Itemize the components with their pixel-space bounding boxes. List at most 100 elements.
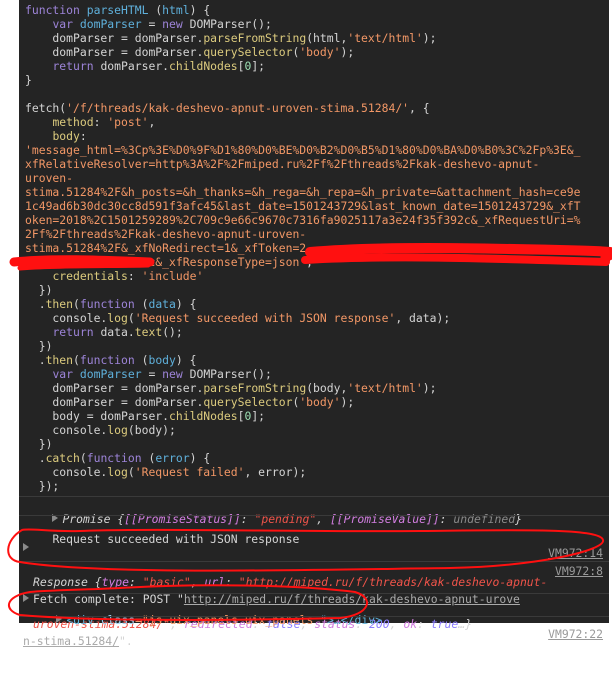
code-token: function <box>25 3 87 17</box>
code-token: c&_xfResponseType=json' <box>25 255 307 269</box>
code-token: ) { <box>189 451 211 465</box>
code-token: 'body' <box>299 45 341 59</box>
code-token: parseHTML <box>86 3 156 17</box>
code-token: body <box>148 353 176 367</box>
code-token: domParser = domParser. <box>25 395 204 409</box>
code-token: var <box>52 367 80 381</box>
code-token: 'include' <box>141 269 204 283</box>
divider <box>19 515 609 516</box>
code-token: ) { <box>175 353 197 367</box>
code-token: , <box>148 115 156 129</box>
code-token: credentials <box>52 269 128 283</box>
code-line: uroven- <box>25 171 580 185</box>
code-token: then <box>45 297 74 311</box>
code-token: 2Ff%2Fthreads%2Fkak-deshevo-apnut-uroven… <box>25 227 307 241</box>
code-token: : <box>79 129 87 143</box>
code-token: new <box>162 367 190 381</box>
code-token: log <box>107 423 128 437</box>
code-line: console.log(body); <box>25 423 580 437</box>
code-line: stima.51284%2F&h_posts=&h_thanks=&h_rega… <box>25 185 580 199</box>
code-token: }) <box>25 283 53 297</box>
code-token: ); <box>422 381 437 395</box>
code-token: }) <box>25 339 53 353</box>
code-token: stima.51284%2F&h_posts=&h_thanks=&h_rega… <box>25 185 581 199</box>
code-token: DOMParser(); <box>189 367 272 381</box>
code-token: ( <box>127 465 135 479</box>
code-token: 'text/html' <box>347 31 423 45</box>
code-token: domParser = domParser. <box>25 381 204 395</box>
code-token: domParser <box>79 367 149 381</box>
code-token: : <box>93 115 108 129</box>
code-token: : <box>127 269 142 283</box>
code-line: var domParser = new DOMParser(); <box>25 17 580 31</box>
code-line: .catch(function (error) { <box>25 451 580 465</box>
code-line: fetch('/f/threads/kak-deshevo-apnut-urov… <box>25 101 580 115</box>
devtools-console: function parseHTML (html) { var domParse… <box>19 0 609 648</box>
code-token: return <box>52 325 101 339</box>
code-token: . <box>25 353 46 367</box>
code-token: text <box>134 325 163 339</box>
code-token: (body, <box>306 381 348 395</box>
code-line: return domParser.childNodes[0]; <box>25 59 580 73</box>
divider <box>19 616 609 617</box>
code-token: 'post' <box>107 115 149 129</box>
code-token: '/f/threads/kak-deshevo-apnut-uroven-sti… <box>66 101 410 115</box>
code-token: (html, <box>306 31 348 45</box>
code-line: oken=2018%2C1501259289%2C709c9e66c9670c7… <box>25 213 580 227</box>
code-line: }) <box>25 437 580 451</box>
code-token: = <box>148 17 163 31</box>
code-token: childNodes <box>169 59 238 73</box>
code-token: , data); <box>395 311 451 325</box>
code-line: } <box>25 73 580 87</box>
code-line: console.log('Request failed', error); <box>25 465 580 479</box>
code-token: domParser. <box>100 59 170 73</box>
code-token: ]; <box>251 59 266 73</box>
code-token: 'Request failed' <box>134 465 245 479</box>
code-token: then <box>45 353 74 367</box>
code-line: xfRelativeResolver=http%3A%2F%2Fmiped.ru… <box>25 157 580 171</box>
code-token: method <box>52 115 94 129</box>
code-token: ( <box>127 311 135 325</box>
code-token: , { <box>409 101 430 115</box>
code-token: childNodes <box>169 409 238 423</box>
code-token: querySelector <box>203 45 293 59</box>
divider <box>19 593 609 594</box>
code-token: domParser = domParser. <box>25 31 204 45</box>
expand-triangle-icon[interactable] <box>23 543 29 551</box>
code-token: ); <box>340 395 355 409</box>
code-token: function <box>86 451 149 465</box>
div-element-log[interactable]: <div class="js-uix_panels uix_panels ">…… <box>29 599 603 655</box>
code-line: stima.51284%2F&_xfNoRedirect=1&_xfToken=… <box>25 241 580 255</box>
code-token: ); <box>340 45 355 59</box>
code-token: xfRelativeResolver=http%3A%2F%2Fmiped.ru… <box>25 157 540 171</box>
code-token: (body); <box>127 423 176 437</box>
code-token: 1c49ad6b30dc30cc8d591f3afc45&last_date=1… <box>25 199 581 213</box>
code-token: (); <box>162 325 183 339</box>
code-token: 'body' <box>299 395 341 409</box>
code-token: }); <box>25 479 60 493</box>
code-token: ); <box>422 31 437 45</box>
code-token: return <box>52 59 101 73</box>
code-line: domParser = domParser.querySelector('bod… <box>25 395 580 409</box>
code-token: ( <box>79 451 87 465</box>
source-link[interactable]: VM972:22 <box>548 627 603 641</box>
code-line: console.log('Request succeeded with JSON… <box>25 311 580 325</box>
code-token: . <box>25 297 46 311</box>
code-token: = <box>148 367 163 381</box>
code-token: ) { <box>175 297 197 311</box>
code-line: c&_xfResponseType=json', <box>25 255 580 269</box>
code-token: error <box>155 451 190 465</box>
code-line: }) <box>25 339 580 353</box>
source-link[interactable]: VM972:8 <box>555 564 603 578</box>
code-line: 2Ff%2Fthreads%2Fkak-deshevo-apnut-uroven… <box>25 227 580 241</box>
code-line: domParser = domParser.querySelector('bod… <box>25 45 580 59</box>
code-token: ( <box>73 353 80 367</box>
code-input-echo: function parseHTML (html) { var domParse… <box>25 3 580 493</box>
code-token: domParser = domParser. <box>25 45 204 59</box>
code-token: ]; <box>251 409 266 423</box>
code-token: 'Request succeeded with JSON response' <box>134 311 396 325</box>
